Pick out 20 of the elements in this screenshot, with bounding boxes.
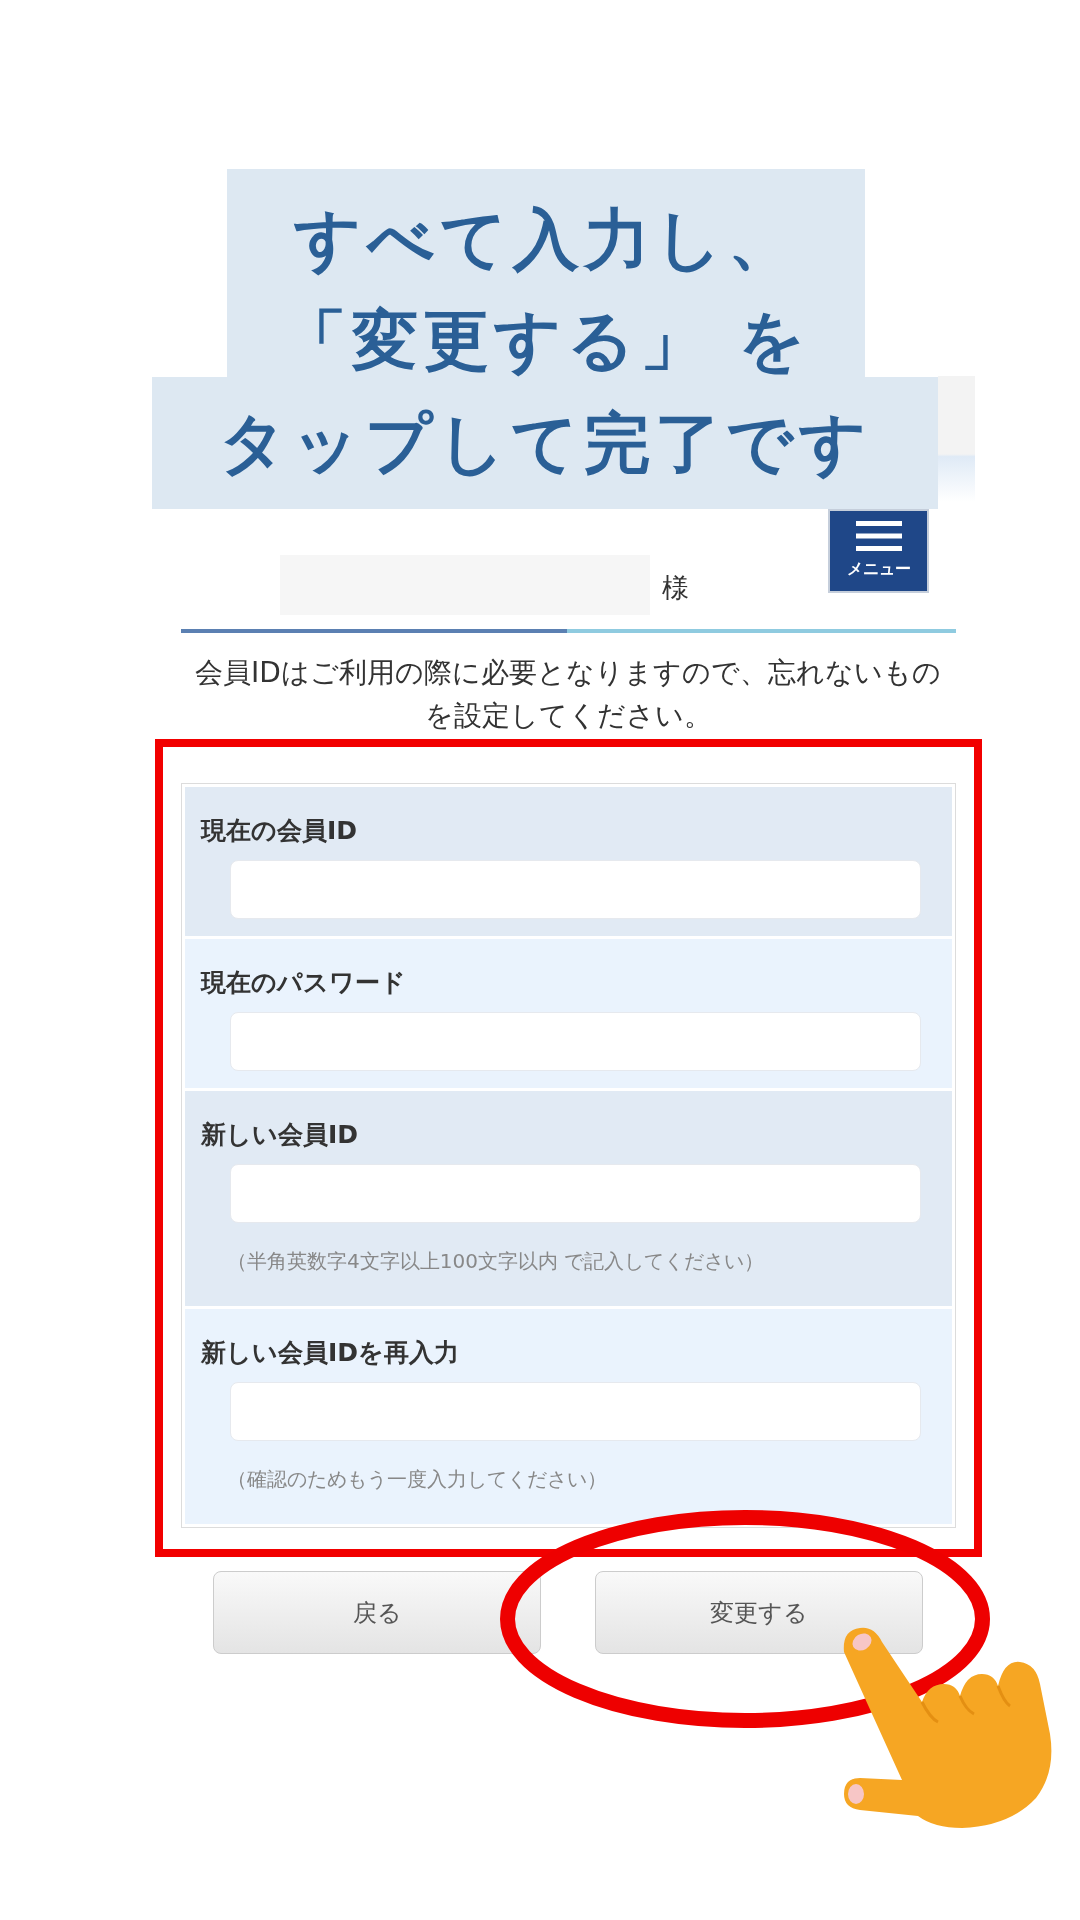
menu-button[interactable]: メニュー (828, 509, 929, 593)
caption-text: すべて入力し、 (292, 199, 800, 280)
pointing-hand-icon (842, 1626, 1054, 1830)
field-label: 新しい会員ID (201, 1119, 360, 1151)
field-label: 新しい会員IDを再入力 (201, 1337, 461, 1369)
field-label: 現在の会員ID (201, 815, 359, 847)
input-field[interactable] (230, 860, 921, 919)
input-field[interactable] (230, 1164, 921, 1223)
intro-text: 会員IDはご利用の際に必要となりますので、忘れないものを設定してください。 (194, 655, 942, 734)
field-label: 現在のパスワード (201, 967, 407, 999)
caption-text: 「変更する」 を (279, 300, 813, 381)
field-note: （確認のためもう一度入力してください） (227, 1466, 608, 1492)
input-field[interactable] (230, 1012, 921, 1071)
menu-icon (855, 521, 902, 551)
change-button[interactable]: 変更する (595, 1571, 923, 1654)
caption-text: タップして完了です (218, 403, 872, 484)
honorific-text: 様 (662, 571, 689, 605)
field-note: （半角英数字4文字以上100文字以内 で記入してください） (227, 1248, 766, 1274)
back-button[interactable]: 戻る (213, 1571, 541, 1654)
input-field[interactable] (230, 1382, 921, 1441)
